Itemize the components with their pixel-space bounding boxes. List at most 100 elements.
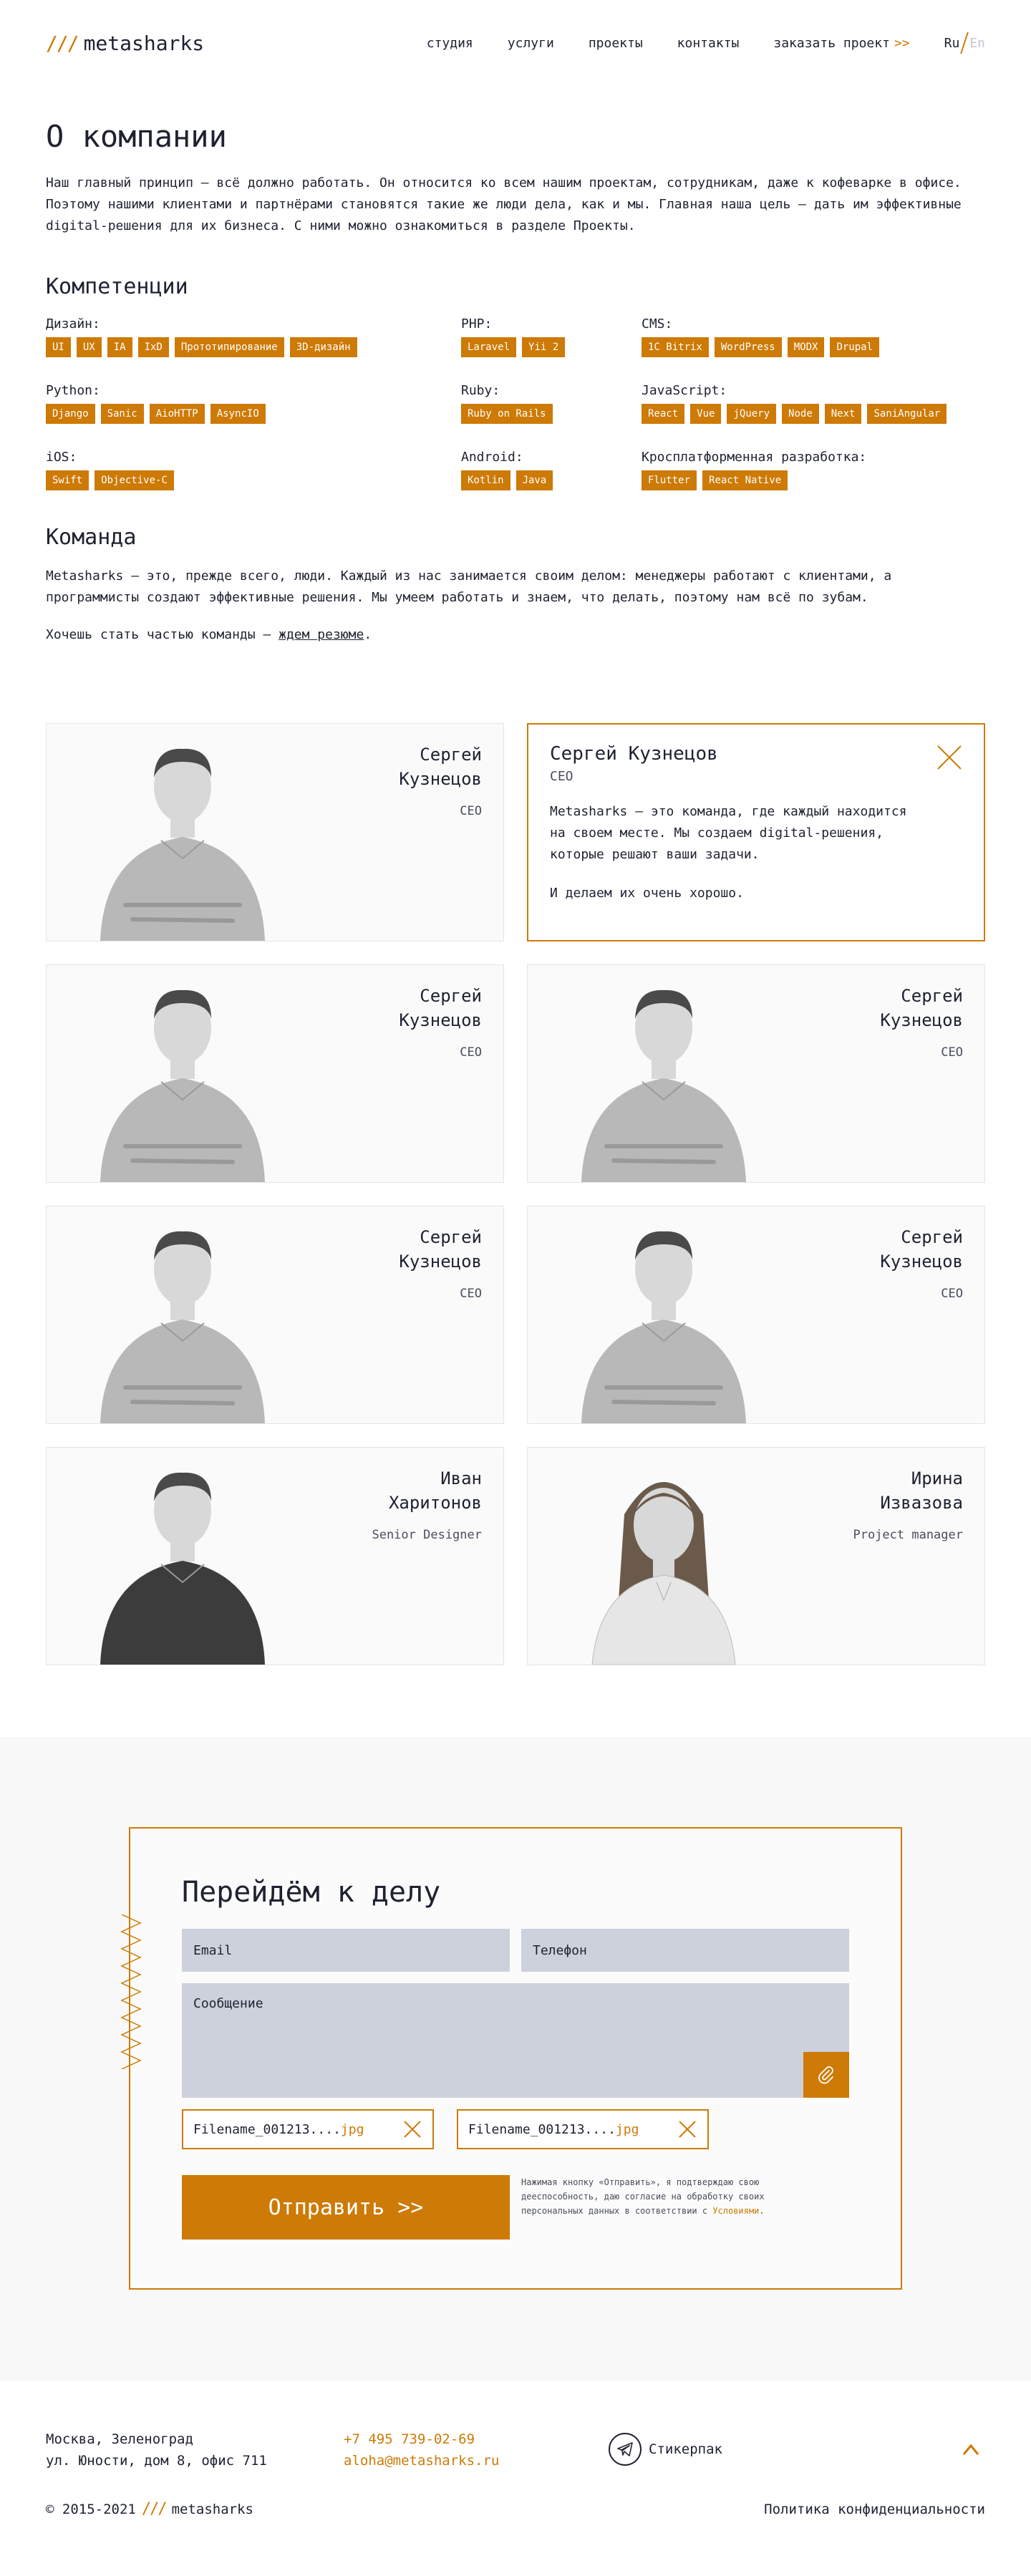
nav-item-studio[interactable]: студия bbox=[427, 36, 473, 51]
join-suffix: . bbox=[364, 627, 372, 642]
team-member-card[interactable]: Сергей Кузнецов CEO bbox=[527, 964, 985, 1183]
competency-tag: IxD bbox=[137, 337, 169, 357]
competency-tag: SaniAngular bbox=[867, 404, 947, 424]
message-field[interactable] bbox=[182, 1983, 849, 2098]
stickerpack-link[interactable]: Стикерпак bbox=[609, 2433, 722, 2466]
remove-file-icon[interactable] bbox=[677, 2119, 697, 2139]
copyright-years: © 2015-2021 bbox=[46, 2501, 136, 2517]
about-text: Наш главный принцип — всё должно работат… bbox=[46, 175, 962, 233]
logo[interactable]: /// metasharks bbox=[46, 32, 204, 55]
competency-tag: Node bbox=[782, 404, 819, 424]
join-prefix: Хочешь стать частью команды — bbox=[46, 627, 279, 642]
competency-group: iOS: Swift Objective-C bbox=[46, 450, 461, 490]
file-extension: jpg bbox=[615, 2121, 639, 2137]
contact-form: Перейдём к делу Filename_001213....jpg bbox=[120, 1827, 902, 2290]
site-footer: Москва, Зеленоград ул. Юности, дом 8, оф… bbox=[0, 2381, 1031, 2547]
member-info: Сергей Кузнецов CEO bbox=[367, 1225, 482, 1301]
member-name: Сергей Кузнецов bbox=[880, 986, 963, 1030]
nav-item-services[interactable]: услуги bbox=[508, 36, 554, 51]
logo-text: metasharks bbox=[83, 31, 205, 55]
contact-section: Перейдём к делу Filename_001213....jpg bbox=[0, 1737, 1031, 2381]
logo-mark: /// bbox=[46, 31, 79, 55]
main-nav: студия услуги проекты контакты заказать … bbox=[427, 36, 910, 51]
phone-link[interactable]: +7 495 739-02-69 bbox=[344, 2429, 609, 2450]
stickerpack-label: Стикерпак bbox=[649, 2441, 722, 2457]
member-name: Сергей Кузнецов bbox=[399, 986, 482, 1030]
member-photo bbox=[591, 1482, 736, 1665]
competency-group: JavaScript: React Vue jQuery Node Next SaniAng… bbox=[642, 383, 985, 424]
competency-tags: Ruby on Rails bbox=[461, 404, 642, 424]
member-role: Project manager bbox=[853, 1528, 963, 1542]
competency-tag: Laravel bbox=[461, 337, 517, 357]
attached-file: Filename_001213.... jpg bbox=[457, 2109, 709, 2149]
address-line-1: Москва, Зеленоград bbox=[46, 2431, 193, 2447]
member-name: Сергей Кузнецов bbox=[399, 745, 482, 789]
footer-contacts: +7 495 739-02-69 aloha@metasharks.ru bbox=[344, 2429, 609, 2471]
competency-title: Кросплатформенная разработка: bbox=[642, 450, 867, 465]
competency-tags: UI UX IA IxD Прототипирование 3D-дизайн bbox=[46, 337, 461, 357]
file-name: Filename_001213.... bbox=[193, 2121, 341, 2137]
lang-en[interactable]: En bbox=[969, 36, 985, 51]
member-role: CEO bbox=[941, 1045, 963, 1060]
competency-tags: Flutter React Native bbox=[642, 470, 985, 490]
order-project-label: заказать проект bbox=[773, 35, 890, 51]
member-photo bbox=[100, 1472, 265, 1665]
competency-group: Ruby: Ruby on Rails bbox=[461, 383, 642, 424]
competency-tag: Kotlin bbox=[461, 470, 510, 490]
language-switch: Ru En bbox=[944, 32, 985, 54]
competency-tag: IA bbox=[107, 337, 132, 357]
nav-item-projects[interactable]: проекты bbox=[589, 36, 643, 51]
competency-tag: Vue bbox=[690, 404, 722, 424]
team-title: Команда bbox=[46, 525, 137, 550]
member-info: Ирина Извазова Project manager bbox=[848, 1466, 963, 1542]
form-title: Перейдём к делу bbox=[182, 1876, 441, 1909]
nav-item-contacts[interactable]: контакты bbox=[677, 36, 740, 51]
team-member-card[interactable]: Сергей Кузнецов CEO bbox=[527, 1206, 985, 1424]
member-name: Ирина Извазова bbox=[880, 1468, 963, 1513]
file-extension: jpg bbox=[340, 2121, 364, 2137]
team-grid: Сергей Кузнецов CEO Сергей Кузнецов CEO … bbox=[0, 723, 1031, 1665]
message-wrapper bbox=[182, 1983, 849, 2098]
footer-logo-mark: /// bbox=[141, 2500, 168, 2518]
lang-separator bbox=[960, 32, 969, 54]
team-member-card[interactable]: Ирина Извазова Project manager bbox=[527, 1447, 985, 1665]
attached-file: Filename_001213.... jpg bbox=[182, 2109, 434, 2149]
close-icon[interactable] bbox=[935, 743, 964, 772]
competency-tag: 3D-дизайн bbox=[289, 337, 357, 357]
team-member-card[interactable]: Сергей Кузнецов CEO bbox=[46, 723, 504, 941]
competency-tag: Swift bbox=[46, 470, 89, 490]
competency-tags: 1C Bitrix WordPress MODX Drupal bbox=[642, 337, 985, 357]
competency-group: Python: Django Sanic AioHTTP AsyncIO bbox=[46, 383, 461, 424]
team-member-card[interactable]: Иван Харитонов Senior Designer bbox=[46, 1447, 504, 1665]
member-name: Сергей Кузнецов bbox=[880, 1227, 963, 1272]
competencies-title: Компетенции bbox=[46, 274, 188, 299]
copyright: © 2015-2021 /// metasharks bbox=[46, 2500, 253, 2518]
competency-title: Python: bbox=[46, 383, 100, 398]
member-name: Иван Харитонов bbox=[388, 1468, 482, 1513]
member-bio: Metasharks — это команда, где каждый нах… bbox=[550, 804, 907, 862]
competency-title: Ruby: bbox=[461, 383, 500, 398]
competency-tag: 1C Bitrix bbox=[642, 337, 709, 357]
paperclip-icon bbox=[818, 2066, 833, 2084]
consent-end: . bbox=[759, 2206, 765, 2216]
lang-ru[interactable]: Ru bbox=[944, 36, 960, 51]
terms-link[interactable]: Условиями bbox=[712, 2206, 759, 2216]
scroll-up-icon[interactable] bbox=[957, 2436, 985, 2464]
member-photo bbox=[100, 989, 265, 1182]
team-text: Metasharks — это, прежде всего, люди. Ка… bbox=[46, 568, 892, 605]
phone-field[interactable] bbox=[521, 1929, 849, 1972]
order-arrow: >> bbox=[894, 35, 910, 51]
team-member-card[interactable]: Сергей Кузнецов CEO bbox=[46, 1206, 504, 1424]
member-bio-2: И делаем их очень хорошо. bbox=[550, 886, 744, 901]
remove-file-icon[interactable] bbox=[402, 2119, 422, 2139]
submit-button[interactable]: Отправить >> bbox=[182, 2175, 510, 2240]
team-member-card-expanded: Сергей Кузнецов CEO Metasharks — это ком… bbox=[527, 723, 985, 941]
attach-file-button[interactable] bbox=[803, 2052, 849, 2098]
member-role: CEO bbox=[941, 1287, 963, 1301]
order-project-link[interactable]: заказать проект >> bbox=[773, 36, 909, 51]
team-member-card[interactable]: Сергей Кузнецов CEO bbox=[46, 964, 504, 1183]
email-field[interactable] bbox=[182, 1929, 510, 1972]
privacy-policy-link[interactable]: Политика конфиденциальности bbox=[764, 2502, 985, 2517]
resume-link[interactable]: ждем резюме bbox=[279, 627, 364, 642]
email-link[interactable]: aloha@metasharks.ru bbox=[344, 2450, 609, 2471]
